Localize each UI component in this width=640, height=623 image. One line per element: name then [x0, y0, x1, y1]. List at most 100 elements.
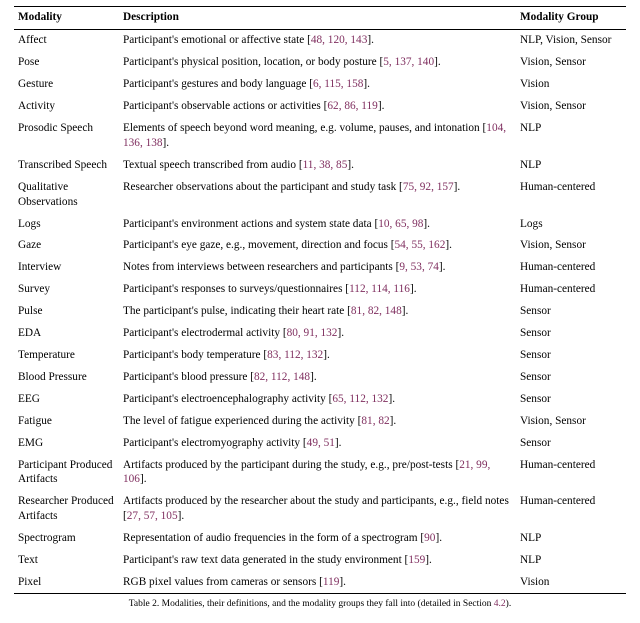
- description-text: Participant's observable actions or acti…: [123, 100, 327, 112]
- description-text: Textual speech transcribed from audio [: [123, 159, 303, 171]
- cell-modality: Text: [14, 550, 119, 572]
- citation-link[interactable]: 11, 38, 85: [303, 159, 348, 171]
- description-text: Participant's body temperature [: [123, 349, 267, 361]
- cell-description: The participant's pulse, indicating thei…: [119, 301, 516, 323]
- cell-group: Vision, Sensor: [516, 96, 626, 118]
- table-row: Prosodic SpeechElements of speech beyond…: [14, 118, 626, 155]
- cell-description: Textual speech transcribed from audio [1…: [119, 154, 516, 176]
- cell-description: Participant's electromyography activity …: [119, 432, 516, 454]
- cell-description: Participant's raw text data generated in…: [119, 550, 516, 572]
- citation-link[interactable]: 81, 82, 148: [351, 305, 402, 317]
- citation-link[interactable]: 49, 51: [307, 437, 335, 449]
- header-modality: Modality: [14, 7, 119, 30]
- cell-description: Researcher observations about the partic…: [119, 176, 516, 213]
- cell-description: Participant's electrodermal activity [80…: [119, 323, 516, 345]
- table-row: Gesture Participant's gestures and body l…: [14, 74, 626, 96]
- description-text: Participant's electrodermal activity [: [123, 327, 287, 339]
- cell-group: Vision, Sensor: [516, 52, 626, 74]
- table-row: Logs Participant's environment actions an…: [14, 213, 626, 235]
- cell-description: Notes from interviews between researcher…: [119, 257, 516, 279]
- table-row: ActivityParticipant's observable actions…: [14, 96, 626, 118]
- description-text-post: ].: [367, 34, 374, 46]
- cell-modality: Gesture: [14, 74, 119, 96]
- cell-description: Participant's body temperature [83, 112,…: [119, 345, 516, 367]
- cell-modality: EEG: [14, 388, 119, 410]
- description-text: Elements of speech beyond word meaning, …: [123, 122, 486, 134]
- description-text: Researcher observations about the partic…: [123, 181, 403, 193]
- citation-link[interactable]: 9, 53, 74: [399, 261, 439, 273]
- description-text-post: ].: [363, 78, 370, 90]
- cell-modality: Logs: [14, 213, 119, 235]
- cell-group: Human-centered: [516, 491, 626, 528]
- cell-group: NLP, Vision, Sensor: [516, 29, 626, 51]
- citation-link[interactable]: 90: [424, 532, 435, 544]
- citation-link[interactable]: 82, 112, 148: [254, 371, 310, 383]
- citation-link[interactable]: 5, 137, 140: [383, 56, 434, 68]
- caption-text-post: ).: [506, 599, 512, 609]
- cell-modality: EMG: [14, 432, 119, 454]
- citation-link[interactable]: 65, 112, 132: [332, 393, 388, 405]
- cell-description: Participant's environment actions and sy…: [119, 213, 516, 235]
- cell-description: Elements of speech beyond word meaning, …: [119, 118, 516, 155]
- cell-description: Artifacts produced by the researcher abo…: [119, 491, 516, 528]
- citation-link[interactable]: 80, 91, 132: [287, 327, 338, 339]
- cell-modality: Qualitative Observations: [14, 176, 119, 213]
- citation-link[interactable]: 112, 114, 116: [349, 283, 410, 295]
- citation-link[interactable]: 48, 120, 143: [311, 34, 367, 46]
- description-text: Participant's gestures and body language…: [123, 78, 313, 90]
- cell-group: Vision: [516, 74, 626, 96]
- citation-link[interactable]: 62, 86, 119: [327, 100, 377, 112]
- cell-description: Participant's blood pressure [82, 112, 1…: [119, 366, 516, 388]
- cell-description: Participant's eye gaze, e.g., movement, …: [119, 235, 516, 257]
- table-row: SpectrogramRepresentation of audio frequ…: [14, 528, 626, 550]
- citation-link[interactable]: 81, 82: [361, 415, 389, 427]
- description-text-post: ].: [378, 100, 385, 112]
- cell-modality: Interview: [14, 257, 119, 279]
- cell-group: Human-centered: [516, 454, 626, 491]
- modalities-table: Modality Description Modality Group Affe…: [14, 6, 626, 594]
- description-text-post: ].: [425, 554, 432, 566]
- cell-modality: Survey: [14, 279, 119, 301]
- cell-group: Sensor: [516, 432, 626, 454]
- description-text: Participant's electromyography activity …: [123, 437, 307, 449]
- table-row: AffectParticipant's emotional or affecti…: [14, 29, 626, 51]
- citation-link[interactable]: 6, 115, 158: [313, 78, 363, 90]
- citation-link[interactable]: 27, 57, 105: [127, 510, 178, 522]
- citation-link[interactable]: 10, 65, 98: [378, 218, 423, 230]
- cell-modality: EDA: [14, 323, 119, 345]
- cell-group: Sensor: [516, 366, 626, 388]
- table-body: AffectParticipant's emotional or affecti…: [14, 29, 626, 593]
- citation-link[interactable]: 119: [323, 576, 340, 588]
- citation-link[interactable]: 75, 92, 157: [403, 181, 454, 193]
- citation-link[interactable]: 54, 55, 162: [395, 239, 446, 251]
- citation-link[interactable]: 159: [408, 554, 425, 566]
- cell-modality: Transcribed Speech: [14, 154, 119, 176]
- cell-group: Vision: [516, 571, 626, 593]
- description-text-post: ].: [339, 576, 346, 588]
- table-row: EEG Participant's electroencephalography …: [14, 388, 626, 410]
- table-row: GazeParticipant's eye gaze, e.g., moveme…: [14, 235, 626, 257]
- table-row: SurveyParticipant's responses to surveys…: [14, 279, 626, 301]
- cell-modality: Researcher Produced Artifacts: [14, 491, 119, 528]
- cell-group: Human-centered: [516, 279, 626, 301]
- citation-link[interactable]: 83, 112, 132: [267, 349, 323, 361]
- description-text-post: ].: [335, 437, 342, 449]
- description-text: Participant's emotional or affective sta…: [123, 34, 311, 46]
- table-row: Blood PressureParticipant's blood pressu…: [14, 366, 626, 388]
- cell-group: Sensor: [516, 301, 626, 323]
- description-text: Participant's electroencephalography act…: [123, 393, 332, 405]
- table-caption: Table 2. Modalities, their definitions, …: [14, 594, 626, 611]
- description-text: Participant's environment actions and sy…: [123, 218, 378, 230]
- cell-description: RGB pixel values from cameras or sensors…: [119, 571, 516, 593]
- cell-description: Artifacts produced by the participant du…: [119, 454, 516, 491]
- description-text-post: ].: [323, 349, 330, 361]
- description-text-post: ].: [347, 159, 354, 171]
- cell-description: Participant's responses to surveys/quest…: [119, 279, 516, 301]
- caption-section-link[interactable]: 4.2: [494, 599, 506, 609]
- table-row: InterviewNotes from interviews between r…: [14, 257, 626, 279]
- cell-description: The level of fatigue experienced during …: [119, 410, 516, 432]
- description-text-post: ].: [454, 181, 461, 193]
- cell-group: NLP: [516, 118, 626, 155]
- page: Modality Description Modality Group Affe…: [0, 0, 640, 621]
- table-header-row: Modality Description Modality Group: [14, 7, 626, 30]
